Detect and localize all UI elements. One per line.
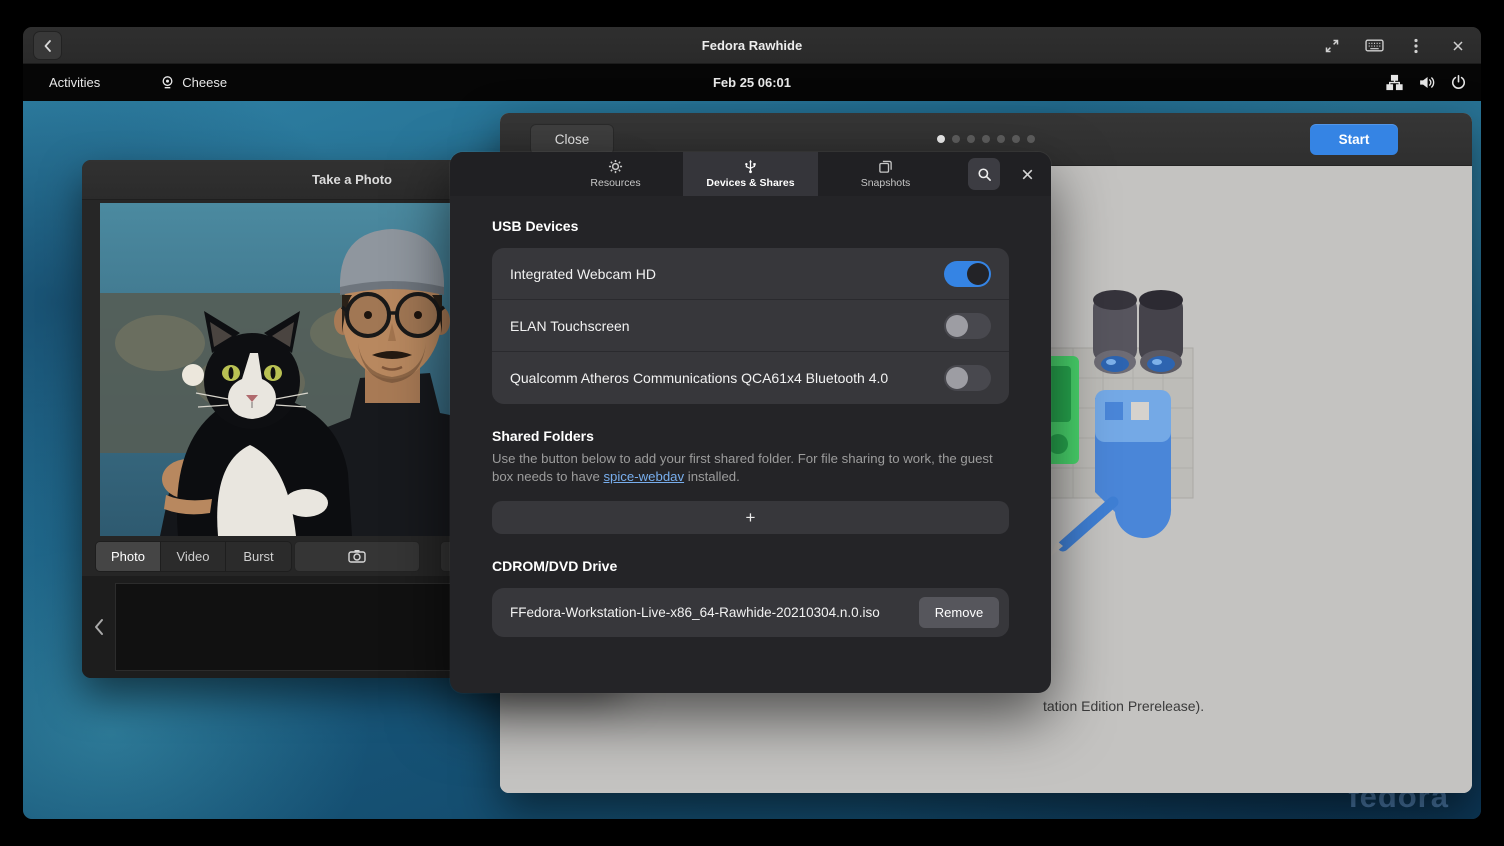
back-chevron-icon <box>40 38 56 54</box>
usb-device-row: Qualcomm Atheros Communications QCA61x4 … <box>492 352 1009 404</box>
usb-devices-list: Integrated Webcam HD ELAN Touchscreen Qu… <box>492 248 1009 404</box>
shared-folders-heading: Shared Folders <box>492 428 594 444</box>
close-icon <box>1020 167 1035 182</box>
usb-device-name: ELAN Touchscreen <box>510 318 944 334</box>
description-text: installed. <box>684 469 740 484</box>
usb-device-toggle[interactable] <box>944 365 991 391</box>
tab-devices-shares[interactable]: Devices & Shares <box>683 152 818 196</box>
toggle-knob <box>967 263 989 285</box>
page-dot <box>967 135 975 143</box>
page-dot <box>937 135 945 143</box>
toggle-knob <box>946 315 968 337</box>
tab-resources[interactable]: Resources <box>548 152 683 196</box>
page-dot <box>997 135 1005 143</box>
boxes-artwork <box>1035 278 1205 568</box>
iso-file-name: FFedora-Workstation-Live-x86_64-Rawhide-… <box>510 605 919 620</box>
usb-device-name: Integrated Webcam HD <box>510 266 944 282</box>
usb-icon <box>743 159 758 174</box>
network-icon[interactable] <box>1386 74 1403 91</box>
page-dot <box>982 135 990 143</box>
mode-burst-button[interactable]: Burst <box>226 542 291 571</box>
shell-top-bar: Activities Cheese Feb 25 06:01 <box>23 64 1481 101</box>
camera-shutter-icon <box>347 549 367 564</box>
gallery-prev-button[interactable] <box>86 576 112 678</box>
plus-icon: + <box>746 508 756 528</box>
clock[interactable]: Feb 25 06:01 <box>23 75 1481 90</box>
wizard-start-button[interactable]: Start <box>1310 124 1398 155</box>
vm-viewer-window: Fedora Rawhide Activities Cheese Feb 25 … <box>23 27 1481 819</box>
os-description-text: tation Edition Prerelease). <box>1043 698 1204 714</box>
description-text: Use the button below to add your first s… <box>492 451 993 484</box>
page-dot <box>1012 135 1020 143</box>
cheese-title: Take a Photo <box>312 172 392 187</box>
remove-iso-button[interactable]: Remove <box>919 597 999 628</box>
dialog-close-button[interactable] <box>1013 160 1041 188</box>
back-button[interactable] <box>33 31 62 60</box>
cheese-app-icon <box>160 75 175 90</box>
app-indicator-cheese[interactable]: Cheese <box>160 75 227 90</box>
window-title: Fedora Rawhide <box>23 38 1481 53</box>
dialog-header: Resources Devices & Shares Snapshots <box>450 152 1051 196</box>
desktop-wallpaper: fedora Close Start <box>23 101 1481 819</box>
titlebar: Fedora Rawhide <box>23 27 1481 64</box>
volume-icon[interactable] <box>1418 74 1435 91</box>
capture-mode-segmented: Photo Video Burst <box>95 541 292 572</box>
cdrom-row: FFedora-Workstation-Live-x86_64-Rawhide-… <box>492 588 1009 637</box>
usb-device-name: Qualcomm Atheros Communications QCA61x4 … <box>510 370 944 386</box>
spice-webdav-link[interactable]: spice-webdav <box>603 469 684 484</box>
fullscreen-toggle-icon[interactable] <box>1321 35 1343 57</box>
box-preferences-dialog: Resources Devices & Shares Snapshots <box>450 152 1051 693</box>
app-indicator-label: Cheese <box>182 75 227 90</box>
close-window-icon[interactable] <box>1447 35 1469 57</box>
mode-video-button[interactable]: Video <box>161 542 226 571</box>
usb-device-row: Integrated Webcam HD <box>492 248 1009 300</box>
page-dot <box>1027 135 1035 143</box>
search-icon <box>977 167 992 182</box>
tab-devices-shares-label: Devices & Shares <box>706 177 794 189</box>
tab-resources-label: Resources <box>590 177 640 189</box>
dialog-content: USB Devices Integrated Webcam HD ELAN To… <box>492 196 1009 693</box>
toggle-knob <box>946 367 968 389</box>
usb-device-row: ELAN Touchscreen <box>492 300 1009 352</box>
activities-button[interactable]: Activities <box>41 71 108 94</box>
keyboard-icon[interactable] <box>1363 35 1385 57</box>
usb-devices-heading: USB Devices <box>492 218 578 234</box>
add-shared-folder-button[interactable]: + <box>492 501 1009 534</box>
usb-device-toggle[interactable] <box>944 313 991 339</box>
cdrom-heading: CDROM/DVD Drive <box>492 558 617 574</box>
gear-icon <box>608 159 623 174</box>
mode-photo-button[interactable]: Photo <box>96 542 161 571</box>
menu-kebab-icon[interactable] <box>1405 35 1427 57</box>
shared-folders-description: Use the button below to add your first s… <box>492 450 1009 486</box>
take-photo-button[interactable] <box>294 541 420 572</box>
snapshots-layers-icon <box>878 159 893 174</box>
usb-device-toggle[interactable] <box>944 261 991 287</box>
page-dot <box>952 135 960 143</box>
tab-snapshots-label: Snapshots <box>861 177 911 189</box>
tab-snapshots[interactable]: Snapshots <box>818 152 953 196</box>
power-icon[interactable] <box>1450 74 1467 91</box>
search-button[interactable] <box>968 158 1000 190</box>
